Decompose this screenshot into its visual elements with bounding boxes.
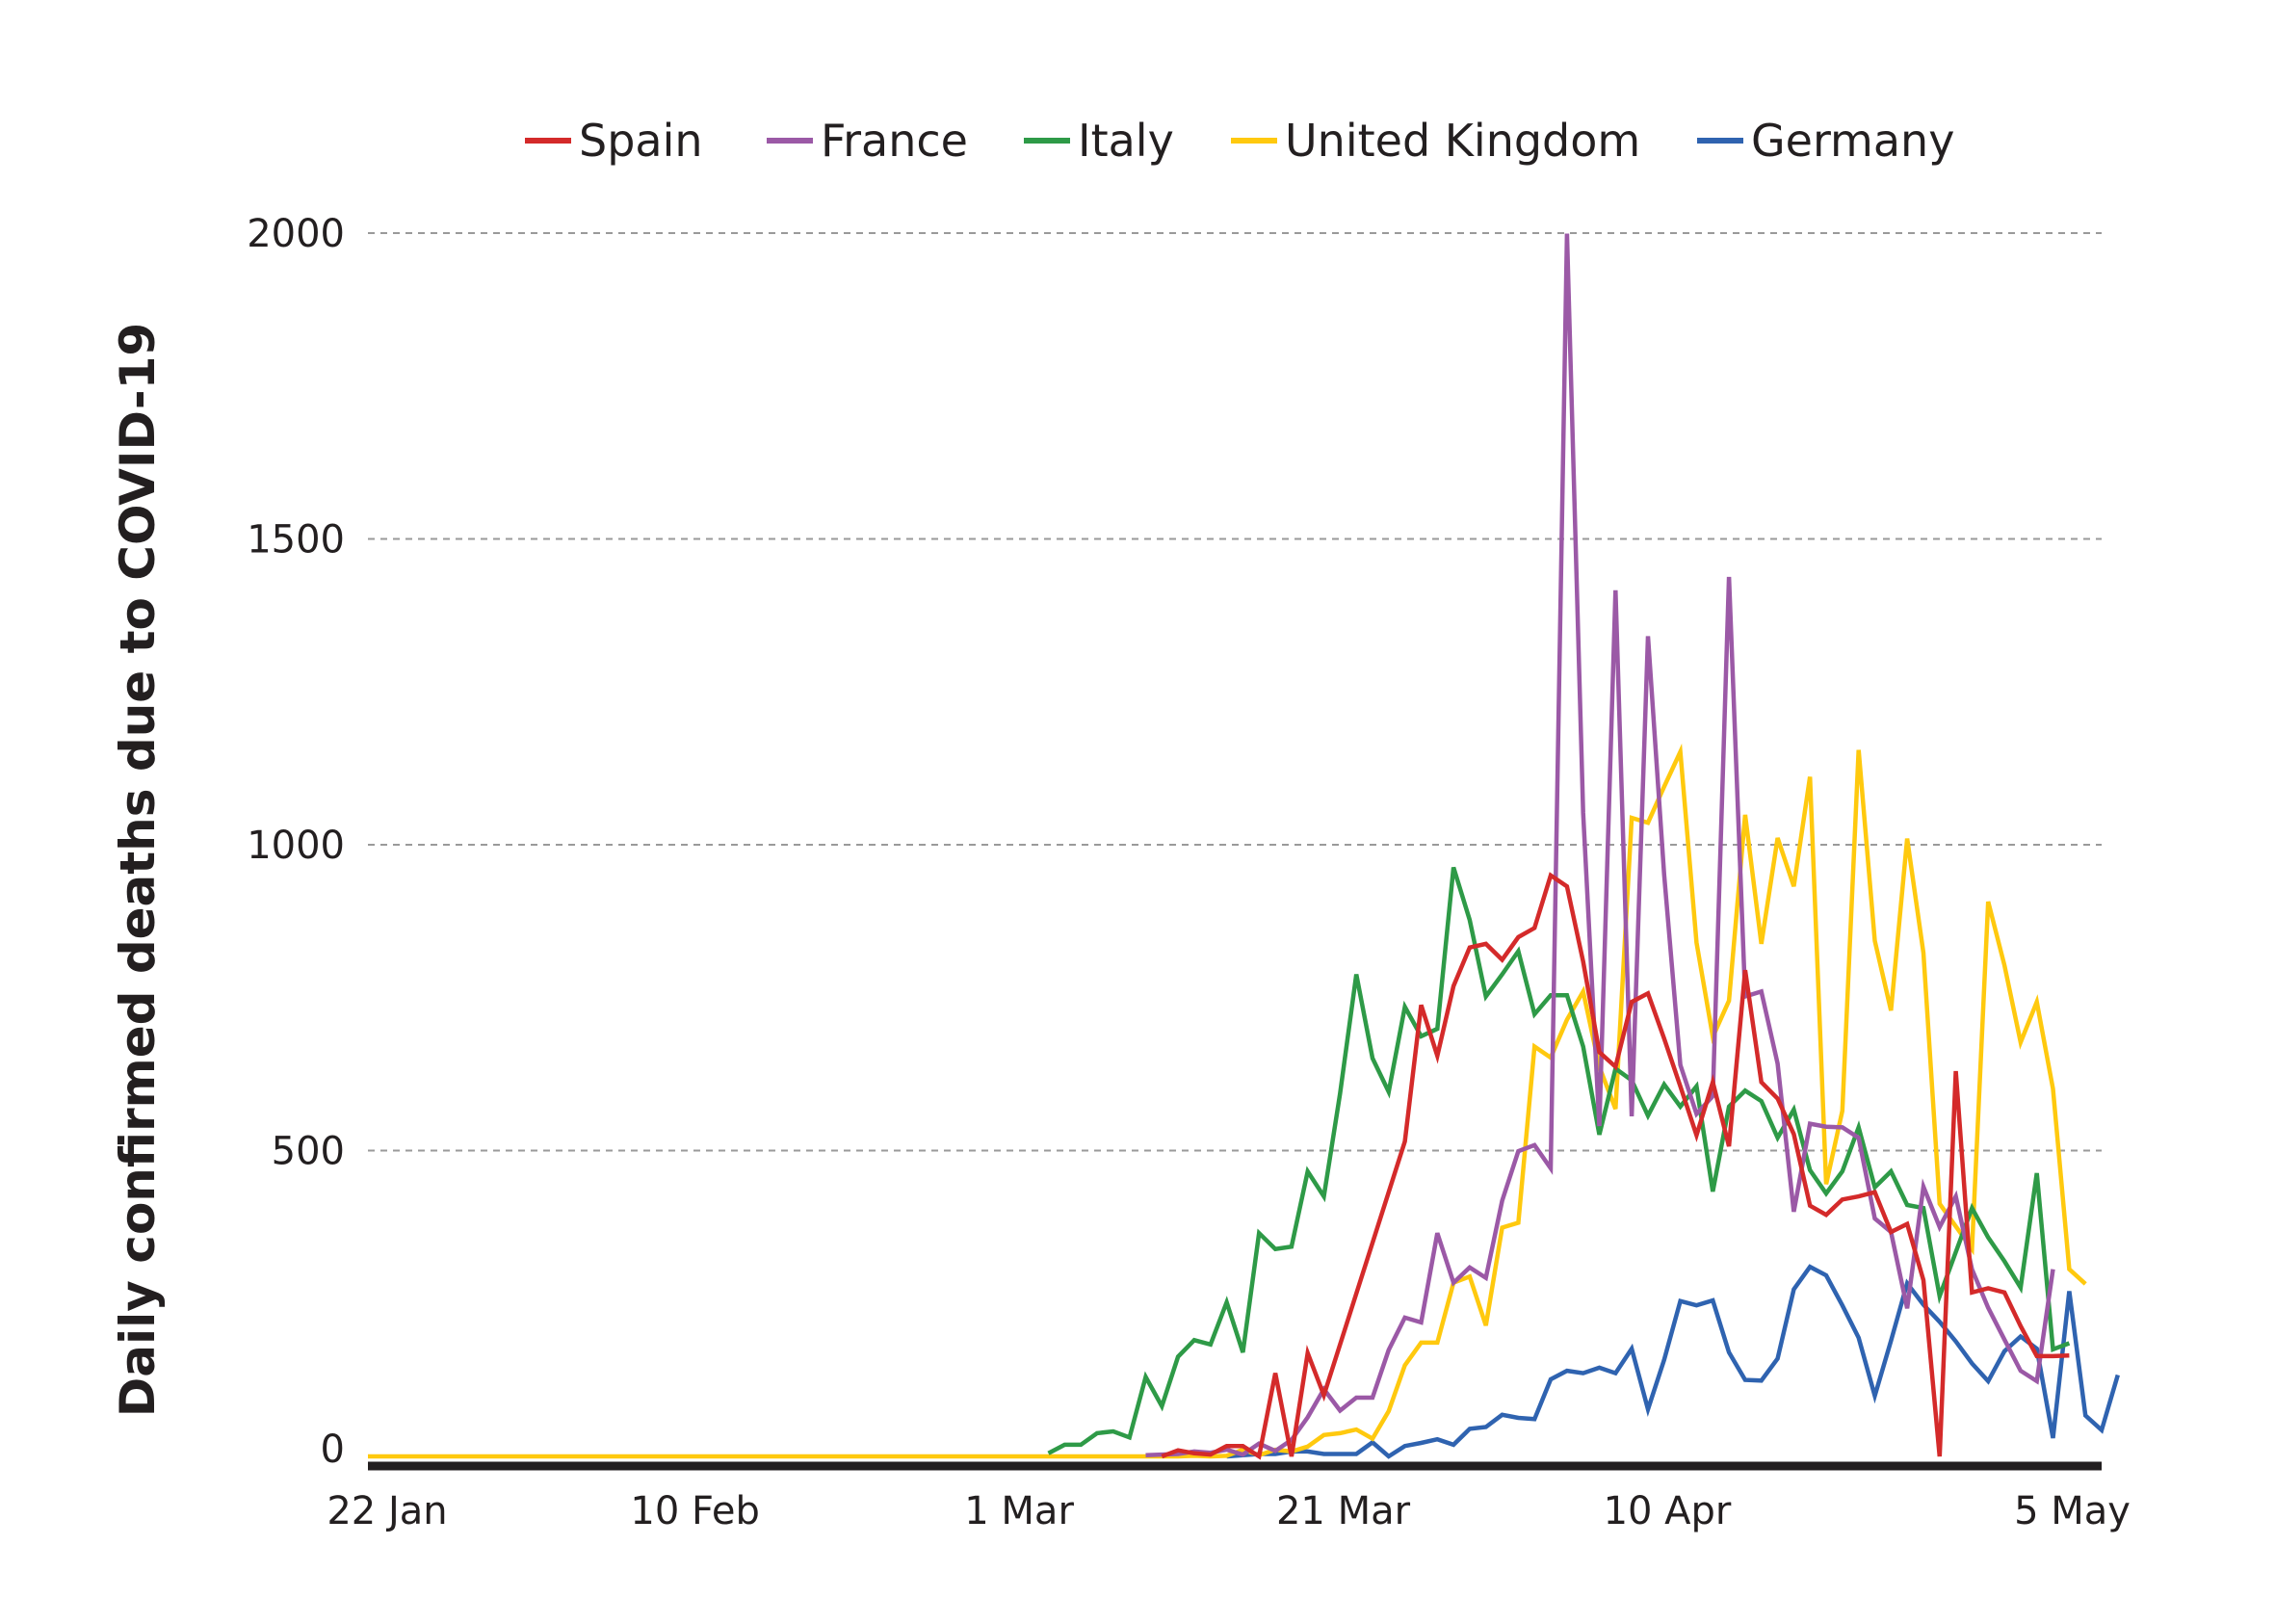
x-tick-label: 10 Feb xyxy=(630,1489,759,1533)
x-tick-label: 10 Apr xyxy=(1604,1489,1732,1533)
legend-label: United Kingdom xyxy=(1285,115,1640,167)
y-axis-ticks: 0 500 1000 1500 2000 xyxy=(247,212,345,1472)
series-line-italy xyxy=(1047,866,2071,1455)
legend-item-germany: Germany xyxy=(1697,115,1954,167)
y-tick-label: 1500 xyxy=(247,518,345,563)
x-tick-label: 5 May xyxy=(2014,1489,2131,1533)
series-lines xyxy=(368,233,2120,1460)
legend-item-spain: Spain xyxy=(525,115,703,167)
y-tick-label: 2000 xyxy=(247,212,345,256)
y-tick-label: 500 xyxy=(272,1130,345,1174)
series-line-united-kingdom xyxy=(368,743,2087,1459)
line-chart: Spain France Italy United Kingdom Germany 0 5… xyxy=(110,115,2131,1533)
legend-label: France xyxy=(821,115,968,167)
y-tick-label: 1000 xyxy=(247,824,345,868)
legend-label: Germany xyxy=(1751,115,1954,167)
x-tick-label: 22 Jan xyxy=(327,1489,447,1533)
legend-item-italy: Italy xyxy=(1024,115,1174,167)
y-tick-label: 0 xyxy=(321,1428,345,1472)
gridlines xyxy=(368,232,2102,1152)
legend: Spain France Italy United Kingdom Germany xyxy=(525,115,1954,167)
y-axis-title: Daily confirmed deaths due to COVID-19 xyxy=(110,323,166,1417)
x-axis-ticks: 22 Jan 10 Feb 1 Mar 21 Mar 10 Apr 5 May xyxy=(327,1489,2131,1533)
legend-label: Spain xyxy=(579,115,703,167)
legend-label: Italy xyxy=(1078,115,1174,167)
x-tick-label: 21 Mar xyxy=(1276,1489,1411,1533)
legend-item-france: France xyxy=(767,115,968,167)
x-tick-label: 1 Mar xyxy=(964,1489,1074,1533)
legend-item-united-kingdom: United Kingdom xyxy=(1231,115,1640,167)
